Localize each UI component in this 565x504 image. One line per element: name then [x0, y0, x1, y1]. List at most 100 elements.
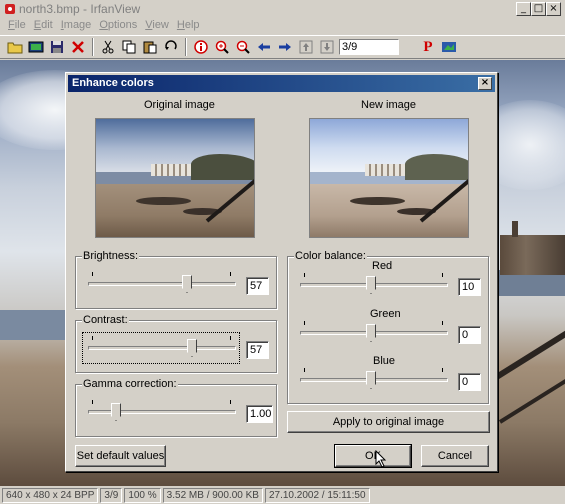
paste-icon[interactable] — [141, 38, 159, 56]
toolbar-separator — [92, 38, 94, 56]
open-folder-icon[interactable] — [6, 38, 24, 56]
green-value-field[interactable]: 0 — [458, 326, 481, 344]
menu-image[interactable]: Image — [57, 18, 96, 35]
undo-icon[interactable] — [162, 38, 180, 56]
window-controls: _ □ × — [516, 2, 561, 16]
red-slider[interactable] — [300, 273, 448, 297]
menu-edit[interactable]: Edit — [30, 18, 57, 35]
cut-icon[interactable] — [99, 38, 117, 56]
status-image-index: 3/9 — [100, 487, 123, 503]
menu-help[interactable]: Help — [173, 18, 204, 35]
red-label: Red — [372, 260, 393, 272]
zoom-in-icon[interactable] — [213, 38, 231, 56]
brightness-label: Brightness: — [82, 250, 140, 262]
status-image-dimensions: 640 x 480 x 24 BPP — [2, 487, 99, 503]
dialog-title-bar[interactable]: Enhance colors × — [68, 75, 495, 92]
brightness-group: Brightness: 57 — [75, 250, 277, 309]
railing — [498, 351, 565, 424]
previous-arrow-icon[interactable] — [255, 38, 273, 56]
status-bar: 640 x 480 x 24 BPP 3/9 100 % 3.52 MB / 9… — [0, 486, 565, 504]
irfanview-app-icon[interactable] — [4, 3, 16, 15]
slider-tick — [304, 368, 305, 372]
slider-track — [88, 346, 236, 350]
slider-track — [88, 410, 236, 414]
color-balance-group: Color balance: Red 10 Green 0 Blue 0 — [287, 250, 489, 404]
save-icon[interactable] — [48, 38, 66, 56]
gamma-value-field[interactable]: 1.00 — [246, 405, 273, 423]
town-buildings — [500, 221, 565, 275]
new-image-label: New image — [361, 99, 417, 111]
last-page-icon[interactable] — [318, 38, 336, 56]
slider-tick — [442, 368, 443, 372]
close-button[interactable]: × — [546, 2, 561, 16]
mouse-cursor-icon — [375, 450, 387, 468]
cancel-button[interactable]: Cancel — [421, 445, 489, 467]
dialog-title: Enhance colors — [72, 77, 154, 89]
contrast-label: Contrast: — [82, 314, 129, 326]
blue-value-field[interactable]: 0 — [458, 373, 481, 391]
status-date-time: 27.10.2002 / 15:11:50 — [264, 487, 370, 503]
blue-slider[interactable] — [300, 368, 448, 392]
blue-label: Blue — [373, 355, 396, 367]
slider-tick — [92, 400, 93, 404]
original-image-preview — [95, 118, 255, 238]
slider-tick — [304, 321, 305, 325]
apply-to-original-button[interactable]: Apply to original image — [287, 411, 490, 433]
menu-file[interactable]: File — [4, 18, 30, 35]
ok-button[interactable]: OK — [334, 444, 412, 468]
green-slider[interactable] — [300, 321, 448, 345]
slider-tick — [230, 336, 231, 340]
slider-tick — [92, 272, 93, 276]
first-page-icon[interactable] — [297, 38, 315, 56]
original-image-label: Original image — [144, 99, 215, 111]
copy-icon[interactable] — [120, 38, 138, 56]
zoom-out-icon[interactable] — [234, 38, 252, 56]
slider-tick — [304, 273, 305, 277]
slider-tick — [92, 336, 93, 340]
dialog-close-button[interactable]: × — [478, 77, 492, 90]
slider-track — [88, 282, 236, 286]
green-label: Green — [370, 308, 401, 320]
maximize-button[interactable]: □ — [531, 2, 546, 16]
slider-tick — [230, 272, 231, 276]
menu-bar: File Edit Image Options View Help — [0, 18, 565, 35]
toolbar-separator — [185, 38, 187, 56]
paint-p-icon[interactable]: P — [419, 38, 437, 56]
next-arrow-icon[interactable] — [276, 38, 294, 56]
brightness-value-field[interactable]: 57 — [246, 277, 269, 295]
red-value-field[interactable]: 10 — [458, 278, 481, 296]
status-zoom: 100 % — [124, 487, 161, 503]
irfanview-logo-icon[interactable] — [440, 38, 458, 56]
gamma-slider[interactable] — [88, 400, 236, 424]
slider-thumb[interactable] — [366, 276, 376, 294]
gamma-label: Gamma correction: — [82, 378, 178, 390]
color-balance-label: Color balance: — [294, 250, 367, 262]
sea-region — [0, 310, 70, 340]
new-image-preview — [309, 118, 469, 238]
image-counter-field[interactable]: 3/9 — [339, 39, 399, 55]
set-default-values-button[interactable]: Set default values — [75, 445, 166, 467]
thumbnails-icon[interactable] — [27, 38, 45, 56]
slider-thumb[interactable] — [366, 324, 376, 342]
window-title-bar[interactable]: north3.bmp - IrfanView _ □ × — [0, 0, 565, 18]
brightness-slider[interactable] — [88, 272, 236, 296]
toolbar: 3/9 P — [0, 35, 565, 59]
slider-thumb[interactable] — [182, 275, 192, 293]
minimize-button[interactable]: _ — [516, 2, 531, 16]
menu-view[interactable]: View — [141, 18, 173, 35]
status-file-size: 3.52 MB / 900.00 KB — [162, 487, 263, 503]
slider-thumb[interactable] — [366, 371, 376, 389]
slider-tick — [442, 321, 443, 325]
slider-tick — [442, 273, 443, 277]
enhance-colors-dialog: Enhance colors × Original image New imag… — [65, 72, 498, 472]
slider-thumb[interactable] — [187, 339, 197, 357]
menu-options[interactable]: Options — [95, 18, 141, 35]
slider-thumb[interactable] — [111, 403, 121, 421]
contrast-slider[interactable] — [88, 336, 236, 360]
contrast-value-field[interactable]: 57 — [246, 341, 269, 359]
info-icon[interactable] — [192, 38, 210, 56]
gamma-group: Gamma correction: 1.00 — [75, 378, 277, 437]
delete-icon[interactable] — [69, 38, 87, 56]
slider-tick — [230, 400, 231, 404]
